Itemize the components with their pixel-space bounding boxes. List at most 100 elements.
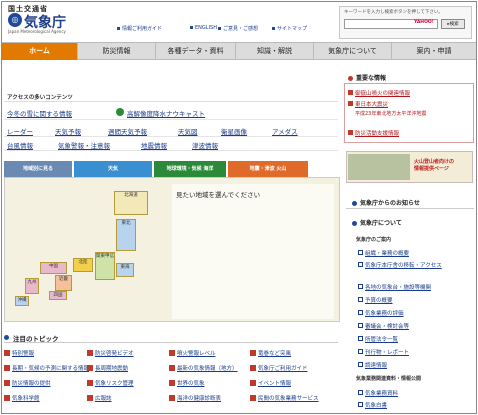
nav-home[interactable]: ホーム (2, 43, 78, 60)
header-link-english[interactable]: ENGLISH (190, 25, 217, 31)
bullet-icon (117, 27, 120, 30)
nav-knowledge[interactable]: 知識・解説 (236, 43, 314, 60)
about-link[interactable]: 調達情報 (358, 361, 387, 369)
search-button[interactable]: ▸検索 (441, 19, 465, 29)
topic-item[interactable]: 竜巻など突風 (250, 349, 291, 357)
region-kinki[interactable]: 近畿 (55, 275, 72, 291)
bullet-icon (358, 323, 363, 328)
about-link[interactable]: 所管法令一覧 (358, 335, 398, 343)
topic-label: 気象庁ご利用ガイド (258, 366, 308, 372)
topic-item[interactable]: 気象科学館 (4, 394, 40, 402)
bullet-icon (358, 310, 363, 315)
news-dot-icon (352, 201, 357, 206)
search-button-label: 検索 (449, 22, 459, 27)
jma-logo-icon[interactable]: ◎ (8, 13, 22, 27)
topic-bullet-icon (250, 365, 256, 371)
important-link-label: 東日本大震災 (355, 102, 389, 108)
link-snow-info[interactable]: 今冬の雪に関する情報 (7, 108, 72, 118)
topic-item[interactable]: 世界の気象 (169, 379, 205, 387)
divider (4, 119, 338, 120)
topic-item[interactable]: 広報誌 (87, 394, 112, 402)
tab-weather[interactable]: 天気 (74, 161, 152, 177)
topic-label: 気象科学館 (12, 396, 40, 402)
about-link[interactable]: 予算の概要 (358, 296, 393, 304)
nav-guide[interactable]: 案内・申請 (392, 43, 476, 60)
tab-region[interactable]: 地域別に見る (4, 161, 72, 177)
topic-label: 特別警報 (12, 351, 35, 357)
region-hokkaido[interactable]: 北海道 (114, 191, 148, 215)
link-warnings[interactable]: 気象警報・注意報 (58, 140, 110, 150)
topic-item[interactable]: 最新の気象情報（地方） (169, 364, 238, 372)
topic-item[interactable]: 噴火警報レベル (169, 349, 216, 357)
about-title[interactable]: 気象庁について (352, 218, 402, 227)
news-title[interactable]: 気象庁からのお知らせ (352, 198, 420, 207)
about-link-label: 調達情報 (365, 363, 388, 369)
bullet-icon (348, 90, 353, 95)
topic-label: 噴火警報レベル (177, 351, 216, 357)
topic-item[interactable]: 長周期地震動 (87, 364, 128, 372)
header-link-label: サイトマップ (277, 26, 308, 32)
topic-item[interactable]: 特別警報 (4, 349, 34, 357)
important-link[interactable]: 御嶽山噴火の関連情報 (348, 89, 410, 97)
topic-item[interactable]: 海洋の健康診断表 (169, 394, 221, 402)
link-amedas[interactable]: アメダス (272, 126, 298, 136)
topic-item[interactable]: 防災情報の提供 (4, 379, 51, 387)
about-link-label: 審議会・検討会等 (365, 324, 410, 330)
nav-disaster[interactable]: 防災情報 (78, 43, 156, 60)
about-link[interactable]: 各地の気象台・施設等機関 (358, 283, 431, 291)
link-tsunami[interactable]: 津波情報 (192, 140, 218, 150)
topic-bullet-icon (87, 380, 93, 386)
header-link-sitemap[interactable]: サイトマップ (272, 25, 307, 32)
bullet-icon (348, 101, 353, 106)
header-link-label: 情報ご利用ガイド (122, 26, 163, 32)
important-link[interactable]: 東日本大震災 (348, 100, 388, 108)
topic-item[interactable]: 防災啓発ビデオ (87, 349, 134, 357)
tab-climate[interactable]: 地球環境・気候 海洋 (154, 161, 226, 177)
banner-line: 情報提供ページ (414, 166, 449, 172)
divider (346, 208, 474, 209)
important-link[interactable]: 防災活動支援情報 (348, 129, 399, 137)
topic-label: イベント情報 (258, 381, 292, 387)
bullet-icon (358, 297, 363, 302)
region-shikoku[interactable]: 四国 (49, 291, 67, 300)
about-link[interactable]: 審議会・検討会等 (358, 322, 409, 330)
tab-earthquake-volcano[interactable]: 地震・津波 火山 (228, 161, 308, 177)
header-link-feedback[interactable]: ご意見・ご感想 (218, 25, 258, 32)
link-typhoon[interactable]: 台風情報 (7, 140, 33, 150)
map-message-panel (172, 184, 334, 319)
link-satellite[interactable]: 衛星画像 (221, 126, 247, 136)
region-chugoku[interactable]: 中国 (40, 262, 67, 274)
region-tohoku[interactable]: 東北 (116, 219, 136, 251)
about-link[interactable]: 刊行物・レポート (358, 348, 409, 356)
topic-item[interactable]: 気象庁ご利用ガイド (250, 364, 308, 372)
nav-about[interactable]: 気象庁について (314, 43, 392, 60)
nav-data[interactable]: 各種データ・資料 (156, 43, 236, 60)
bullet-icon (358, 336, 363, 341)
region-hokuriku[interactable]: 北陸 (73, 258, 93, 272)
about-link[interactable]: 気象庁本庁舎の移転・アクセス (358, 262, 470, 271)
library-link[interactable]: 気象白書 (358, 401, 387, 409)
link-weather-map[interactable]: 天気図 (178, 126, 198, 136)
header-link-guide[interactable]: 情報ご利用ガイド (117, 25, 162, 32)
link-radar[interactable]: レーダー (7, 126, 33, 136)
important-sublink[interactable]: 平成23年東北地方太平洋沖地震 (355, 110, 426, 117)
region-kanto[interactable]: 関東甲信 (95, 252, 115, 280)
link-nowcast[interactable]: 高解像度降水ナウキャスト (127, 108, 205, 118)
region-tokai[interactable]: 東海 (116, 263, 134, 277)
region-okinawa[interactable]: 沖縄 (15, 296, 29, 306)
topic-bullet-icon (87, 395, 93, 401)
topic-bullet-icon (4, 350, 10, 356)
link-earthquake[interactable]: 地震情報 (141, 140, 167, 150)
region-kyushu[interactable]: 九州 (25, 278, 39, 294)
about-link[interactable]: 組織・業務の概要 (358, 249, 409, 257)
topic-bullet-icon (250, 395, 256, 401)
topic-item[interactable]: 気象リスク管理 (87, 379, 134, 387)
topic-item[interactable]: 長期・気候の予測に関する情報 (4, 364, 89, 372)
about-link-label: 刊行物・レポート (365, 350, 410, 356)
about-link[interactable]: 気象業務の評価 (358, 309, 404, 317)
topic-item[interactable]: 民間の気象業務サービス (250, 394, 319, 402)
link-weekly-forecast[interactable]: 週間天気予報 (108, 126, 147, 136)
link-forecast[interactable]: 天気予報 (55, 126, 81, 136)
topic-item[interactable]: イベント情報 (250, 379, 291, 387)
library-link[interactable]: 気象業務資料 (358, 389, 398, 397)
